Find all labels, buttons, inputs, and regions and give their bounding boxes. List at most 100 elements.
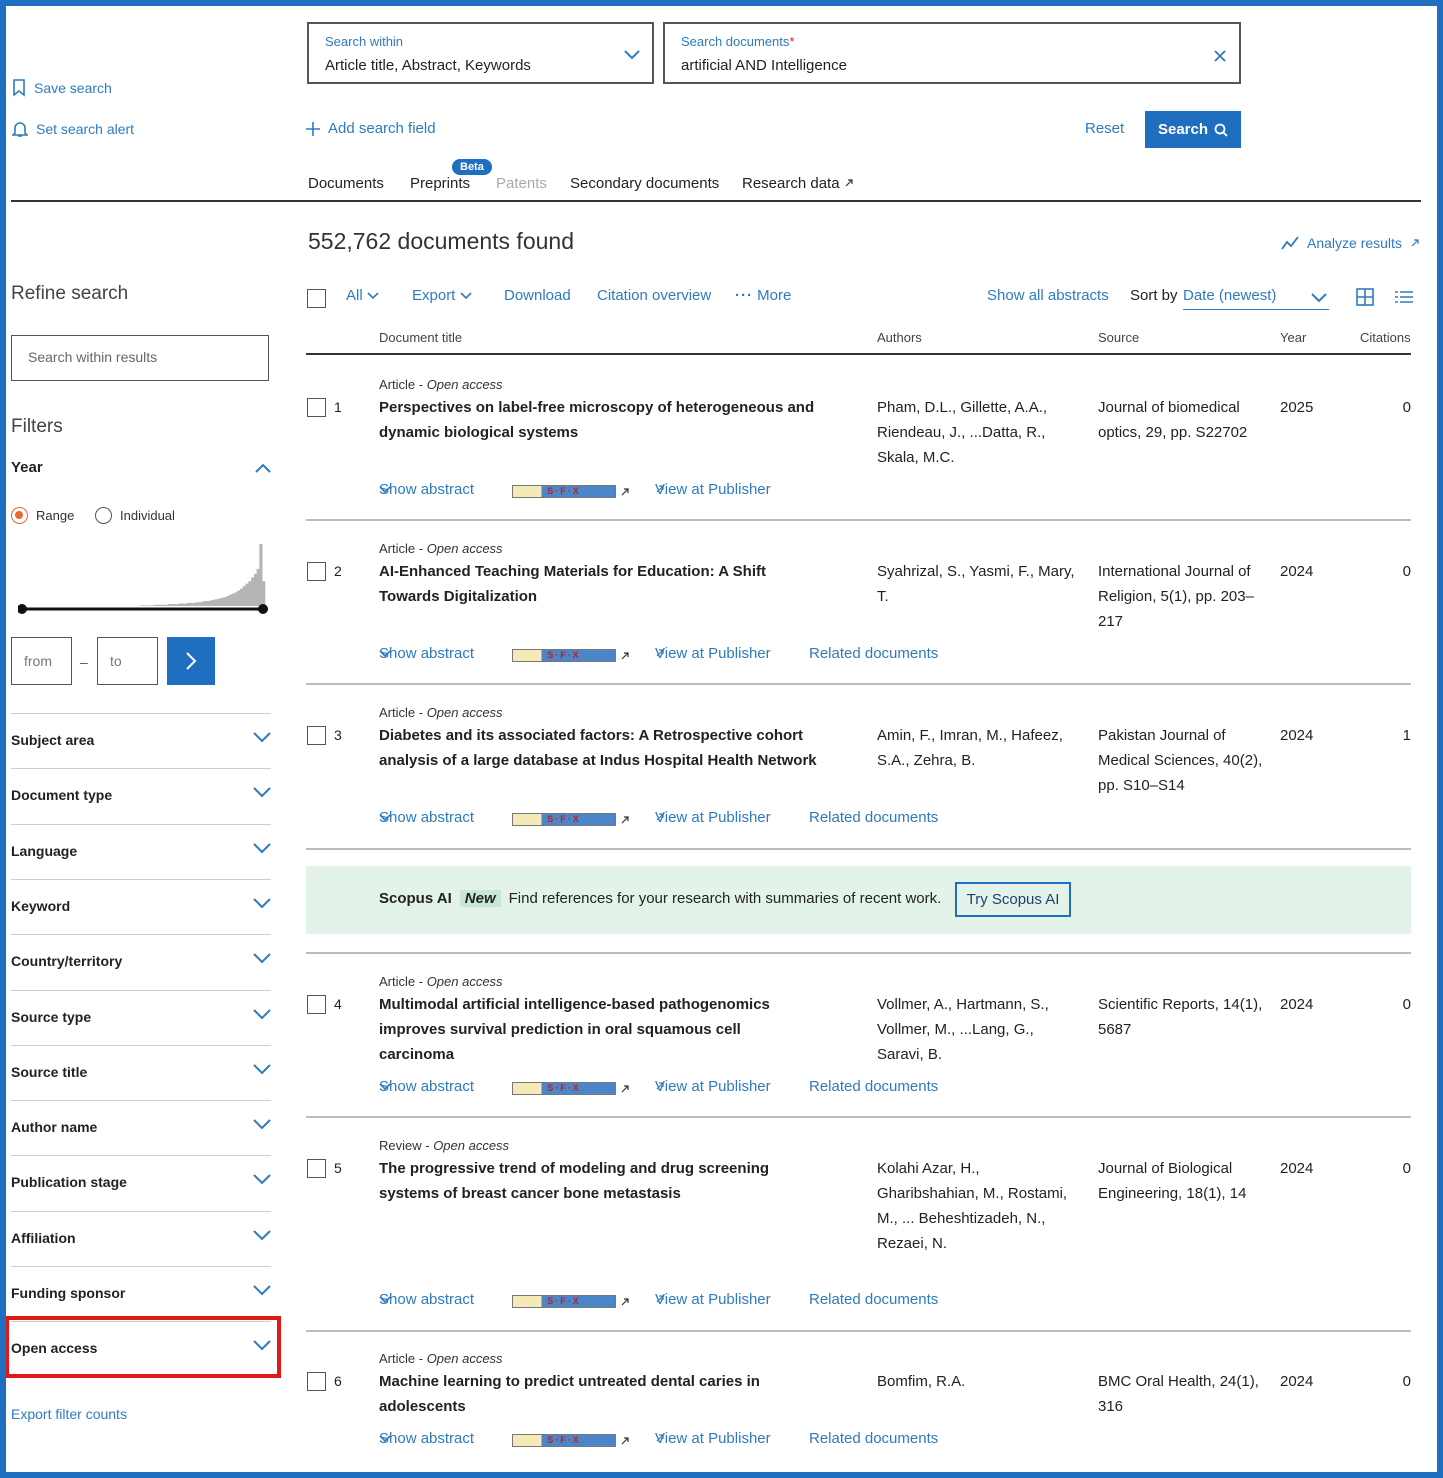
result-checkbox[interactable] [307,726,326,745]
sfx-link-button[interactable]: S·F·X [512,813,616,826]
result-checkbox[interactable] [307,1159,326,1178]
result-authors[interactable]: Amin, F., Imran, M., Hafeez, S.A., Zehra… [877,723,1077,773]
select-all-checkbox[interactable] [307,289,326,308]
sfx-link-button[interactable]: S·F·X [512,1295,616,1308]
histogram-bar [206,601,210,606]
view-at-publisher-link[interactable]: View at Publisher [655,1078,771,1095]
result-source[interactable]: BMC Oral Health, 24(1), 316 [1098,1369,1268,1419]
clear-icon[interactable] [1214,50,1226,62]
show-abstract-button[interactable]: Show abstract [379,1291,474,1308]
result-checkbox[interactable] [307,995,326,1014]
facet-keyword[interactable]: Keyword [11,878,271,934]
reset-button[interactable]: Reset [1085,120,1124,137]
search-query-value: artificial AND Intelligence [681,57,847,74]
search-button[interactable]: Search [1145,111,1241,148]
result-title-link[interactable]: Multimodal artificial intelligence-based… [379,992,819,1067]
histogram-bar [237,590,241,606]
add-search-field-button[interactable]: Add search field [306,120,436,137]
result-title-link[interactable]: AI-Enhanced Teaching Materials for Educa… [379,559,819,609]
view-at-publisher-link[interactable]: View at Publisher [655,809,771,826]
year-from-input[interactable]: from [11,637,72,685]
result-authors[interactable]: Syahrizal, S., Yasmi, F., Mary, T. [877,559,1077,609]
related-documents-link[interactable]: Related documents [809,809,938,826]
result-source[interactable]: Pakistan Journal of Medical Sciences, 40… [1098,723,1268,798]
all-dropdown[interactable]: All [346,287,379,304]
individual-radio[interactable]: Individual [95,507,175,524]
facet-publication-stage[interactable]: Publication stage [11,1155,271,1210]
show-abstract-button[interactable]: Show abstract [379,645,474,662]
result-title-link[interactable]: Diabetes and its associated factors: A R… [379,723,819,773]
facet-language[interactable]: Language [11,823,271,879]
view-at-publisher-link[interactable]: View at Publisher [655,1430,771,1447]
facet-label: Subject area [11,732,95,748]
result-source[interactable]: Journal of biomedical optics, 29, pp. S2… [1098,395,1268,445]
citation-overview-button[interactable]: Citation overview [597,287,711,304]
related-documents-link[interactable]: Related documents [809,645,938,662]
sfx-link-button[interactable]: S·F·X [512,1082,616,1095]
facet-country-territory[interactable]: Country/territory [11,934,271,989]
more-button[interactable]: ··· More [735,287,791,304]
view-at-publisher-link[interactable]: View at Publisher [655,645,771,662]
facet-source-type[interactable]: Source type [11,989,271,1045]
tab-preprints[interactable]: Preprints [410,175,470,192]
range-radio[interactable]: Range [11,507,74,524]
view-at-publisher-link[interactable]: View at Publisher [655,1291,771,1308]
sfx-link-button[interactable]: S·F·X [512,1434,616,1447]
chevron-up-icon[interactable] [254,462,272,474]
result-source[interactable]: Journal of Biological Engineering, 18(1)… [1098,1156,1268,1206]
apply-year-button[interactable] [167,637,215,685]
result-title-link[interactable]: Machine learning to predict untreated de… [379,1369,819,1419]
sfx-link-button[interactable]: S·F·X [512,649,616,662]
related-documents-link[interactable]: Related documents [809,1430,938,1447]
result-authors[interactable]: Pham, D.L., Gillette, A.A., Riendeau, J.… [877,395,1077,470]
show-abstract-button[interactable]: Show abstract [379,1078,474,1095]
result-title-link[interactable]: Perspectives on label-free microscopy of… [379,395,819,445]
tab-secondary-documents[interactable]: Secondary documents [570,175,719,192]
list-view-icon[interactable] [1395,290,1413,304]
result-source[interactable]: International Journal of Religion, 5(1),… [1098,559,1268,634]
result-authors[interactable]: Kolahi Azar, H., Gharibshahian, M., Rost… [877,1156,1077,1256]
analyze-results-link[interactable]: Analyze results [1281,235,1420,251]
show-abstract-button[interactable]: Show abstract [379,481,474,498]
grid-view-icon[interactable] [1356,288,1374,306]
export-dropdown[interactable]: Export [412,287,472,304]
show-abstract-button[interactable]: Show abstract [379,1430,474,1447]
search-documents-field[interactable]: Search documents* artificial AND Intelli… [663,22,1241,84]
result-source[interactable]: Scientific Reports, 14(1), 5687 [1098,992,1268,1042]
result-title-link[interactable]: The progressive trend of modeling and dr… [379,1156,819,1206]
sfx-link-button[interactable]: S·F·X [512,485,616,498]
histogram-bar [262,581,266,606]
set-alert-link[interactable]: Set search alert [12,120,134,138]
result-checkbox[interactable] [307,562,326,581]
facet-subject-area[interactable]: Subject area [11,713,271,768]
result-authors[interactable]: Bomfim, R.A. [877,1369,1077,1394]
year-to-input[interactable]: to [97,637,158,685]
facet-affiliation[interactable]: Affiliation [11,1210,271,1266]
result-authors[interactable]: Vollmer, A., Hartmann, S., Vollmer, M., … [877,992,1077,1067]
related-documents-link[interactable]: Related documents [809,1291,938,1308]
facet-author-name[interactable]: Author name [11,1100,271,1155]
chevron-down-icon [253,787,271,798]
tab-documents[interactable]: Documents [308,175,384,192]
show-abstract-button[interactable]: Show abstract [379,809,474,826]
export-filter-counts-link[interactable]: Export filter counts [11,1406,127,1422]
histogram-bar [231,593,235,606]
search-within-select[interactable]: Search within Article title, Abstract, K… [307,22,654,84]
download-button[interactable]: Download [504,287,571,304]
search-within-results-input[interactable]: Search within results [11,335,269,381]
related-documents-link[interactable]: Related documents [809,1078,938,1095]
save-search-link[interactable]: Save search [12,79,112,97]
try-scopus-ai-button[interactable]: Try Scopus AI [955,882,1071,917]
facet-funding-sponsor[interactable]: Funding sponsor [11,1266,271,1321]
sort-select[interactable]: Date (newest) [1183,287,1329,310]
view-at-publisher-link[interactable]: View at Publisher [655,481,771,498]
range-start-handle[interactable] [18,604,27,614]
facet-source-title[interactable]: Source title [11,1044,271,1100]
bookmark-icon [13,79,25,97]
range-end-handle[interactable] [258,604,268,614]
result-checkbox[interactable] [307,398,326,417]
show-all-abstracts-button[interactable]: Show all abstracts [987,287,1109,304]
tab-research-data[interactable]: Research data [742,175,854,192]
facet-document-type[interactable]: Document type [11,768,271,823]
result-checkbox[interactable] [307,1372,326,1391]
